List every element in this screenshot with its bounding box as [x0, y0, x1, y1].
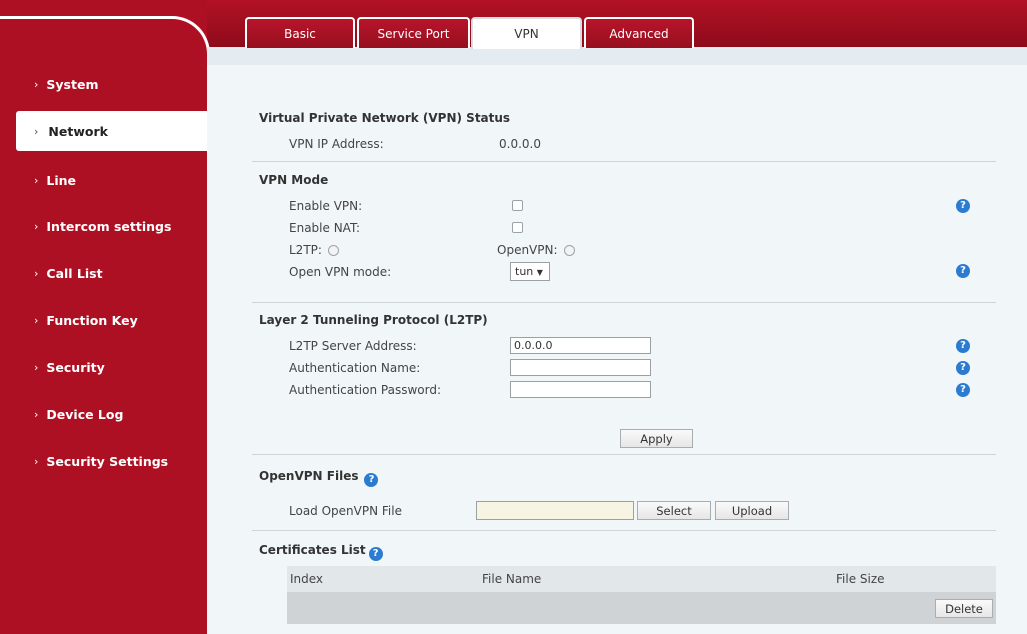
tab-label: Advanced — [609, 26, 669, 41]
question-circle-icon[interactable]: ? — [956, 199, 970, 213]
openvpn-label: OpenVPN: — [497, 243, 558, 257]
auth-name-input[interactable] — [510, 359, 651, 376]
sidebar-item-label: System — [46, 76, 99, 92]
content-top-strip — [207, 47, 1027, 65]
chevron-right-icon: › — [34, 124, 39, 138]
question-circle-icon[interactable]: ? — [956, 339, 970, 353]
chevron-right-icon: › — [34, 173, 39, 187]
chevron-right-icon: › — [34, 266, 39, 280]
sidebar-item-device-log[interactable]: › Device Log — [0, 394, 207, 434]
vpn-status-title: Virtual Private Network (VPN) Status — [259, 111, 511, 125]
tab-label: VPN — [514, 27, 539, 41]
question-circle-icon[interactable]: ? — [956, 361, 970, 375]
question-circle-icon[interactable]: ? — [364, 473, 379, 487]
sidebar-item-label: Device Log — [46, 406, 124, 422]
chevron-right-icon: › — [34, 360, 39, 374]
l2tp-label: L2TP: — [289, 243, 322, 257]
question-circle-icon[interactable]: ? — [956, 264, 970, 278]
tab-basic[interactable]: Basic — [245, 17, 355, 48]
sidebar-item-intercom-settings[interactable]: › Intercom settings — [0, 206, 207, 246]
chevron-right-icon: › — [34, 219, 39, 233]
certificates-table-row: Delete — [287, 592, 996, 624]
vpn-mode-title: VPN Mode — [259, 173, 329, 187]
sidebar-item-label: Network — [48, 123, 108, 139]
vpn-ip-value: 0.0.0.0 — [499, 137, 541, 151]
l2tp-server-input[interactable]: 0.0.0.0 — [510, 337, 651, 354]
sidebar-item-label: Security — [46, 359, 105, 375]
tab-service-port[interactable]: Service Port — [357, 17, 470, 48]
select-button[interactable]: Select — [637, 501, 711, 520]
question-circle-icon[interactable]: ? — [956, 383, 970, 397]
load-openvpn-label: Load OpenVPN File — [289, 504, 402, 518]
l2tp-radio[interactable] — [327, 245, 339, 256]
sidebar-item-label: Intercom settings — [46, 218, 172, 234]
divider — [252, 530, 996, 531]
auth-name-label: Authentication Name: — [289, 361, 421, 375]
sidebar-item-label: Line — [46, 172, 77, 188]
caret-down-icon: ▼ — [536, 268, 543, 277]
sidebar-item-system[interactable]: › System — [0, 64, 207, 104]
chevron-right-icon: › — [34, 313, 39, 327]
l2tp-server-label: L2TP Server Address: — [289, 339, 417, 353]
sidebar-item-label: Call List — [46, 265, 103, 281]
sidebar-item-security[interactable]: › Security — [0, 347, 207, 387]
divider — [252, 302, 996, 303]
tab-label: Service Port — [377, 26, 450, 41]
openvpn-mode-value: tun — [515, 265, 534, 278]
chevron-right-icon: › — [34, 454, 39, 468]
openvpn-mode-label: Open VPN mode: — [289, 265, 392, 279]
openvpn-files-title-row: OpenVPN Files? — [259, 469, 379, 487]
enable-nat-checkbox[interactable] — [512, 222, 523, 233]
tab-advanced[interactable]: Advanced — [584, 17, 694, 48]
sidebar-item-label: Function Key — [46, 312, 138, 328]
tab-label: Basic — [284, 26, 316, 41]
sidebar-item-line[interactable]: › Line — [0, 160, 207, 200]
l2tp-radio-group: L2TP: — [289, 243, 339, 257]
apply-button[interactable]: Apply — [620, 429, 693, 448]
chevron-right-icon: › — [34, 77, 39, 91]
chevron-right-icon: › — [34, 407, 39, 421]
certificates-title-row: Certificates List? — [259, 543, 383, 561]
sidebar-item-function-key[interactable]: › Function Key — [0, 300, 207, 340]
openvpn-radio[interactable] — [563, 245, 575, 256]
openvpn-file-input[interactable] — [476, 501, 634, 520]
sidebar-item-label: Security Settings — [46, 453, 169, 469]
auth-password-label: Authentication Password: — [289, 383, 441, 397]
question-circle-icon[interactable]: ? — [368, 547, 383, 561]
enable-nat-label: Enable NAT: — [289, 221, 360, 235]
auth-password-input[interactable] — [510, 381, 651, 398]
delete-button[interactable]: Delete — [935, 599, 993, 618]
l2tp-title: Layer 2 Tunneling Protocol (L2TP) — [259, 313, 488, 327]
sidebar-item-security-settings[interactable]: › Security Settings — [0, 441, 207, 481]
column-header-file-size: File Size — [836, 572, 885, 586]
vpn-ip-label: VPN IP Address: — [289, 137, 384, 151]
certificates-title: Certificates List — [259, 543, 366, 557]
column-header-index: Index — [290, 572, 324, 586]
enable-vpn-label: Enable VPN: — [289, 199, 363, 213]
openvpn-radio-group: OpenVPN: — [497, 243, 575, 257]
divider — [252, 454, 996, 455]
openvpn-files-title: OpenVPN Files — [259, 469, 359, 483]
certificates-table-header: Index File Name File Size — [287, 566, 996, 592]
enable-vpn-checkbox[interactable] — [512, 200, 523, 211]
sidebar-item-call-list[interactable]: › Call List — [0, 253, 207, 293]
divider — [252, 161, 996, 162]
openvpn-mode-select[interactable]: tun ▼ — [510, 262, 550, 281]
sidebar-item-network[interactable]: › Network — [16, 111, 207, 151]
upload-button[interactable]: Upload — [715, 501, 789, 520]
tab-vpn[interactable]: VPN — [471, 17, 582, 49]
column-header-file-name: File Name — [482, 572, 542, 586]
